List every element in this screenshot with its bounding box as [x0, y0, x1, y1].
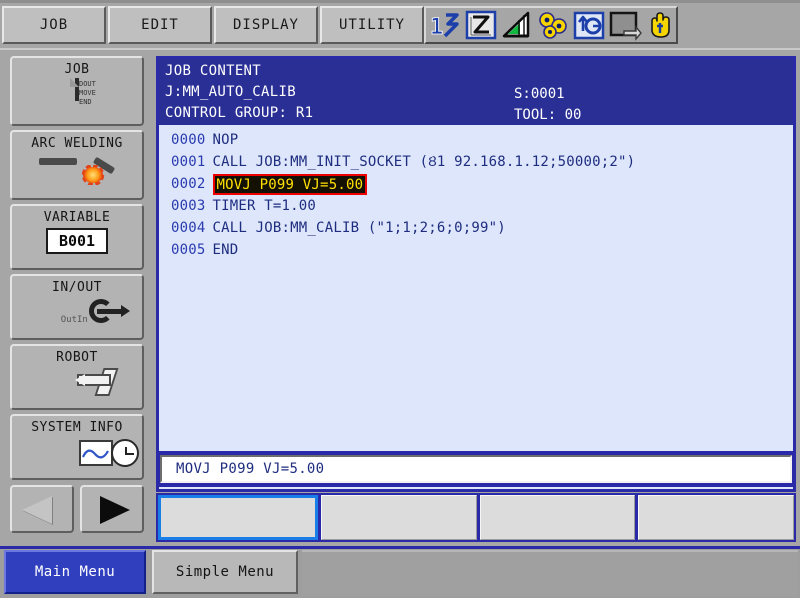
speed-level-icon[interactable] — [500, 9, 534, 41]
sidebar-item-variable[interactable]: VARIABLE B001 — [10, 204, 144, 270]
program-line[interactable]: 0001 CALL JOB:MM_INIT_SOCKET (Ȣ1 92.168.… — [159, 151, 793, 173]
program-line[interactable]: 0003 TIMER T=1.00 — [159, 195, 793, 217]
function-key-3[interactable] — [479, 495, 636, 540]
menu-bar: JOB EDIT DISPLAY UTILITY 1 — [0, 0, 800, 52]
job-content-panel: JOB CONTENT J:MM_AUTO_CALIB CONTROL GROU… — [156, 56, 796, 492]
line-text: MOVJ P099 VJ=5.00 — [212, 173, 368, 195]
program-line[interactable]: 0004 CALL JOB:MM_CALIB ("1;1;2;6;0;99") — [159, 217, 793, 239]
sidebar-item-job-label: JOB — [64, 62, 90, 77]
bottom-tab-bar: Main Menu Simple Menu — [0, 546, 800, 598]
job-header-title: JOB CONTENT — [165, 63, 262, 79]
out-label: Out — [60, 315, 77, 325]
teach-pendant-screen: JOB EDIT DISPLAY UTILITY 1 JOB DOUT MOVE… — [0, 0, 800, 598]
icon-toolbar: 1 — [424, 6, 678, 44]
function-key-bar — [156, 493, 796, 542]
sidebar-item-system-info-label: SYSTEM INFO — [31, 420, 123, 435]
line-number: 0003 — [171, 198, 206, 214]
line-number: 0005 — [171, 242, 206, 258]
program-line[interactable]: 0005 END — [159, 239, 793, 261]
page-arrow-group — [10, 485, 144, 533]
edit-input-value: MOVJ P099 VJ=5.00 — [176, 461, 325, 477]
step-number: S:0001 — [514, 86, 565, 102]
control-group: CONTROL GROUP: R1 — [165, 105, 314, 121]
svg-text:1: 1 — [430, 15, 443, 40]
program-line[interactable]: 0000 NOP — [159, 129, 793, 151]
function-key-4[interactable] — [638, 495, 794, 540]
function-key-2[interactable] — [320, 495, 477, 540]
menubar-top-edge — [0, 0, 800, 3]
menu-tab-job-label: JOB — [39, 17, 69, 33]
sidebar-item-robot-label: ROBOT — [56, 350, 98, 365]
job-name: J:MM_AUTO_CALIB — [165, 84, 296, 100]
menu-tab-job[interactable]: JOB — [2, 6, 106, 44]
sidebar-item-variable-label: VARIABLE — [43, 210, 111, 225]
menu-tab-display-label: DISPLAY — [232, 17, 299, 33]
sidebar-item-in-out[interactable]: IN/OUT In Out — [10, 274, 144, 340]
tab-main-menu[interactable]: Main Menu — [4, 550, 146, 594]
program-list[interactable]: 0000 NOP 0001 CALL JOB:MM_INIT_SOCKET (Ȣ… — [159, 125, 793, 489]
gears-tool-icon[interactable] — [536, 9, 570, 41]
program-line-selected[interactable]: 0002 MOVJ P099 VJ=5.00 — [159, 173, 793, 195]
hand-cursor-icon[interactable] — [644, 9, 678, 41]
tab-main-menu-label: Main Menu — [34, 564, 116, 580]
menu-tab-edit-label: EDIT — [141, 17, 179, 33]
line-number: 0000 — [171, 132, 206, 148]
sidebar-item-arc-welding[interactable]: ARC WELDING — [10, 130, 144, 200]
sidebar: JOB DOUT MOVE END ARC WELDING VARIABLE B… — [0, 52, 152, 544]
variable-value: B001 — [46, 228, 108, 254]
sidebar-item-arc-welding-label: ARC WELDING — [31, 136, 123, 151]
tab-simple-menu[interactable]: Simple Menu — [152, 550, 298, 594]
tab-simple-menu-label: Simple Menu — [175, 564, 275, 580]
sidebar-item-in-out-label: IN/OUT — [52, 280, 102, 295]
sidebar-item-robot[interactable]: ROBOT — [10, 344, 144, 410]
line-text: NOP — [212, 132, 239, 148]
sidebar-item-system-info[interactable]: SYSTEM INFO — [10, 414, 144, 480]
menu-tab-edit[interactable]: EDIT — [108, 6, 212, 44]
line-text: CALL JOB:MM_CALIB ("1;1;2;6;0;99") — [212, 220, 506, 236]
menu-tab-utility-label: UTILITY — [338, 17, 405, 33]
line-text: CALL JOB:MM_INIT_SOCKET (Ȣ1 92.168.1.12;… — [212, 153, 636, 170]
function-key-1[interactable] — [158, 495, 318, 540]
job-header: JOB CONTENT J:MM_AUTO_CALIB CONTROL GROU… — [159, 59, 793, 125]
robot-coordinate-icon[interactable] — [464, 9, 498, 41]
edit-input-bar[interactable]: MOVJ P099 VJ=5.00 — [160, 455, 792, 483]
window-arrow-icon[interactable] — [608, 9, 642, 41]
right-edge-filler — [796, 52, 800, 546]
line-number: 0004 — [171, 220, 206, 236]
bottom-bar-filler — [302, 550, 798, 596]
prev-page-arrow[interactable] — [10, 485, 74, 533]
in-label: In — [77, 315, 88, 325]
variable-box-icon: B001 — [46, 228, 108, 254]
line-text: TIMER T=1.00 — [212, 198, 317, 214]
menu-tab-group: JOB EDIT DISPLAY UTILITY — [2, 6, 426, 44]
job-document-icon: DOUT MOVE END — [70, 78, 96, 106]
menu-tab-utility[interactable]: UTILITY — [320, 6, 424, 44]
line-text: END — [212, 242, 239, 258]
menubar-bottom-edge — [0, 48, 800, 50]
line-number: 0001 — [171, 154, 206, 170]
tool-number: TOOL: 00 — [514, 107, 582, 123]
bottom-bar-top-edge — [0, 546, 800, 549]
sidebar-item-job[interactable]: JOB DOUT MOVE END — [10, 56, 144, 126]
step-number-icon[interactable]: 1 — [428, 9, 462, 41]
next-page-arrow[interactable] — [80, 485, 144, 533]
camera-monitor-icon[interactable] — [572, 9, 606, 41]
line-number: 0002 — [171, 176, 206, 192]
menu-tab-display[interactable]: DISPLAY — [214, 6, 318, 44]
